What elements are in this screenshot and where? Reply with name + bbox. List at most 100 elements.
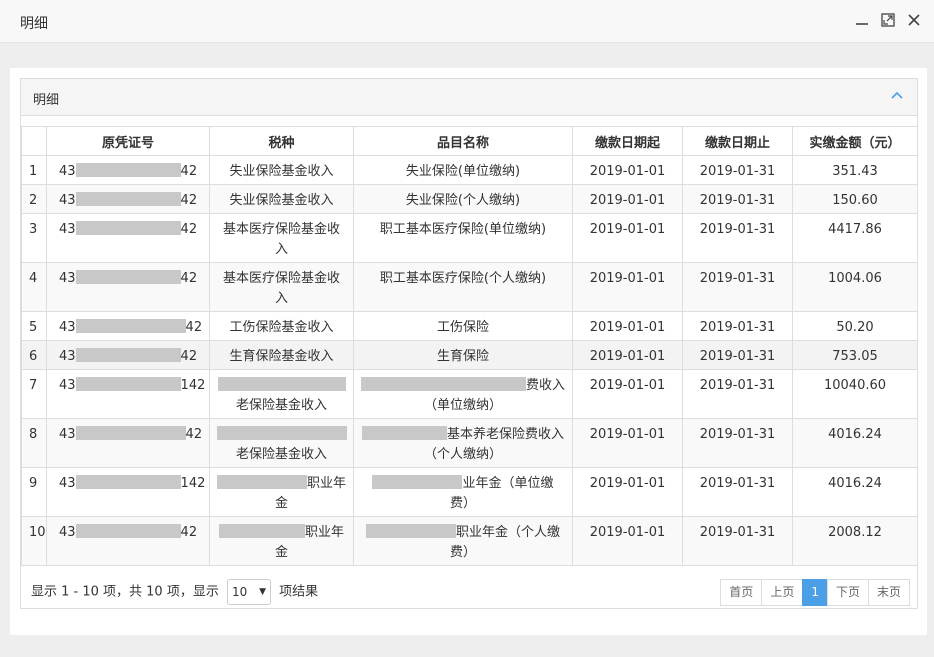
date-from: 2019-01-01 xyxy=(572,369,683,419)
tax-type: 职业年金 xyxy=(209,516,354,566)
date-to: 2019-01-31 xyxy=(682,467,793,517)
tax-type: 失业保险基金收入 xyxy=(209,155,354,185)
cert-prefix: 43 xyxy=(59,320,76,335)
detail-table: 原凭证号 税种 品目名称 缴款日期起 缴款日期止 实缴金额（元） 1 43 42 失业… xyxy=(21,126,918,566)
page-size-select[interactable]: 10 ▼ xyxy=(226,579,271,605)
date-to: 2019-01-31 xyxy=(682,418,793,468)
tax-type: 工伤保险基金收入 xyxy=(209,311,354,341)
minimize-icon[interactable] xyxy=(853,12,871,30)
table-row[interactable]: 3 43 42 基本医疗保险基金收入 职工基本医疗保险(单位缴纳) 2019-01-01 2… xyxy=(21,213,918,263)
table-row[interactable]: 1 43 42 失业保险基金收入 失业保险(单位缴纳) 2019-01-01 2019-01… xyxy=(21,155,918,185)
cert-suffix: 42 xyxy=(180,349,198,364)
date-to: 2019-01-31 xyxy=(682,311,793,341)
date-from: 2019-01-01 xyxy=(572,155,683,185)
item-name-line1: 失业保险(单位缴纳) xyxy=(405,164,521,179)
date-to: 2019-01-31 xyxy=(682,516,793,566)
cert-prefix: 43 xyxy=(59,476,76,491)
tax-type-line2: 入 xyxy=(274,291,288,306)
item-name-line1: 职工基本医疗保险(单位缴纳) xyxy=(379,222,547,237)
amount: 10040.60 xyxy=(792,369,918,419)
amount: 753.05 xyxy=(792,340,918,370)
tax-type-line1: 基本医疗保险基金收 xyxy=(222,222,340,237)
date-from: 2019-01-01 xyxy=(572,311,683,341)
table-row[interactable]: 2 43 42 失业保险基金收入 失业保险(个人缴纳) 2019-01-01 2019-01… xyxy=(21,184,918,214)
table-row[interactable]: 5 43 42 工伤保险基金收入 工伤保险 2019-01-01 2019-01-31 50.… xyxy=(21,311,918,341)
table-row[interactable]: 6 43 42 生育保险基金收入 生育保险 2019-01-01 2019-01-31 753… xyxy=(21,340,918,370)
item-name: 生育保险 xyxy=(353,340,573,370)
item-name: 失业保险(个人缴纳) xyxy=(353,184,573,214)
row-index: 1 xyxy=(21,155,47,185)
pagination: 首页 上页 1 下页 末页 xyxy=(720,579,910,606)
chevron-up-icon[interactable] xyxy=(889,87,905,103)
prev-page-button[interactable]: 上页 xyxy=(761,579,804,606)
row-index: 10 xyxy=(21,516,47,566)
cert-prefix: 43 xyxy=(59,525,76,540)
cert-number: 43 142 xyxy=(46,467,210,517)
item-name-line2: （单位缴纳） xyxy=(423,398,502,413)
cert-suffix: 42 xyxy=(180,164,198,179)
item-name-line1: 工伤保险 xyxy=(436,320,489,335)
column-header-item[interactable]: 品目名称 xyxy=(353,126,573,156)
row-index: 7 xyxy=(21,369,47,419)
cert-prefix: 43 xyxy=(59,378,76,393)
cert-suffix: 142 xyxy=(180,378,206,393)
next-page-button[interactable]: 下页 xyxy=(826,579,869,606)
amount: 4016.24 xyxy=(792,418,918,468)
row-index: 8 xyxy=(21,418,47,468)
column-header-date-to[interactable]: 缴款日期止 xyxy=(682,126,793,156)
column-header-date-from[interactable]: 缴款日期起 xyxy=(572,126,683,156)
table-row[interactable]: 8 43 42 老保险基金收入 基本养老保险费收入 （个人缴纳） 2019-01-01 201… xyxy=(21,418,918,468)
tax-type-line2: 金 xyxy=(274,496,288,511)
table-row[interactable]: 7 43 142 老保险基金收入 费收入 （单位缴纳） 2019-01-01 2019-01-… xyxy=(21,369,918,419)
first-page-button[interactable]: 首页 xyxy=(720,579,763,606)
page-number-button[interactable]: 1 xyxy=(802,579,828,606)
table-row[interactable]: 4 43 42 基本医疗保险基金收入 职工基本医疗保险(个人缴纳) 2019-01-01 2… xyxy=(21,262,918,312)
date-from: 2019-01-01 xyxy=(572,467,683,517)
date-to: 2019-01-31 xyxy=(682,340,793,370)
close-icon[interactable] xyxy=(905,12,923,30)
item-name: 业年金（单位缴 费） xyxy=(353,467,573,517)
tax-type-line1: 失业保险基金收入 xyxy=(229,193,334,208)
cert-prefix: 43 xyxy=(59,349,76,364)
date-from: 2019-01-01 xyxy=(572,418,683,468)
panel-title: 明细 xyxy=(33,93,60,108)
amount: 351.43 xyxy=(792,155,918,185)
table-footer: 显示 1 - 10 项，共 10 项，显示 10 ▼ 项结果 首页 上页 1 下页… xyxy=(21,571,917,609)
last-page-button[interactable]: 末页 xyxy=(867,579,910,606)
cert-number: 43 42 xyxy=(46,516,210,566)
content-area: 明细 原凭证号 税种 品目名称 缴款日期起 缴款日期止 实缴金额（元） 1 43… xyxy=(10,68,927,635)
cert-prefix: 43 xyxy=(59,427,76,442)
cert-prefix: 43 xyxy=(59,271,76,286)
row-index: 3 xyxy=(21,213,47,263)
table-row[interactable]: 10 43 42 职业年金职业年金（个人缴 费） 2019-01-01 2019-01-31… xyxy=(21,516,918,566)
item-name-line2: 费） xyxy=(449,496,476,511)
item-name-line2: （个人缴纳） xyxy=(423,447,502,462)
tax-type-line2: 入 xyxy=(274,242,288,257)
tax-type-line1: 生育保险基金收入 xyxy=(229,349,334,364)
row-index: 4 xyxy=(21,262,47,312)
cert-number: 43 42 xyxy=(46,155,210,185)
column-header-index xyxy=(21,126,47,156)
cert-number: 43 42 xyxy=(46,311,210,341)
maximize-icon[interactable] xyxy=(879,12,897,30)
cert-number: 43 142 xyxy=(46,369,210,419)
redaction-block xyxy=(75,377,181,391)
window-titlebar: 明细 xyxy=(0,0,934,43)
item-name-line1: 费收入 xyxy=(525,378,565,393)
row-index: 6 xyxy=(21,340,47,370)
column-header-cert[interactable]: 原凭证号 xyxy=(46,126,210,156)
amount: 4417.86 xyxy=(792,213,918,263)
table-row[interactable]: 9 43 142 职业年金业年金（单位缴 费） 2019-01-01 2019-01-31 4… xyxy=(21,467,918,517)
column-header-tax[interactable]: 税种 xyxy=(209,126,354,156)
amount: 150.60 xyxy=(792,184,918,214)
panel-header[interactable]: 明细 xyxy=(21,79,917,116)
detail-panel: 明细 原凭证号 税种 品目名称 缴款日期起 缴款日期止 实缴金额（元） 1 43… xyxy=(20,78,918,609)
caret-down-icon: ▼ xyxy=(259,587,266,597)
item-name: 失业保险(单位缴纳) xyxy=(353,155,573,185)
cert-suffix: 42 xyxy=(180,193,198,208)
tax-type: 老保险基金收入 xyxy=(209,369,354,419)
tax-type-line1: 职业年 xyxy=(304,525,344,540)
tax-type-line2: 老保险基金收入 xyxy=(235,398,327,413)
page-info-prefix: 显示 1 - 10 项，共 10 项，显示 xyxy=(31,584,219,600)
column-header-amount[interactable]: 实缴金额（元） xyxy=(792,126,918,156)
